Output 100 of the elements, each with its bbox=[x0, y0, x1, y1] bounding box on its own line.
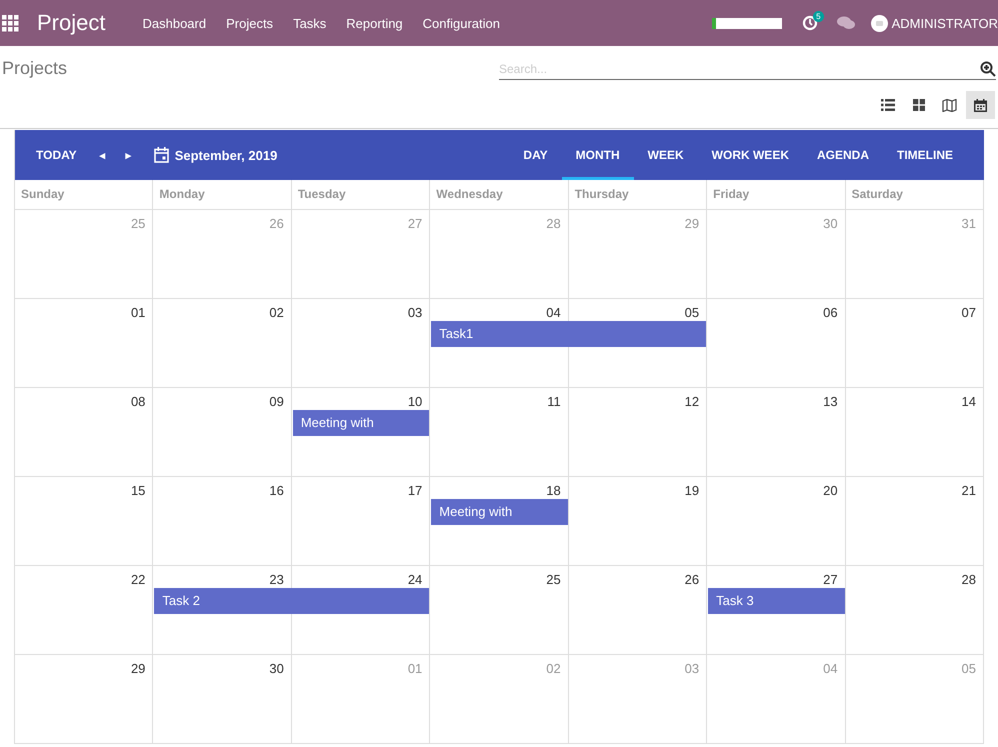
weekday-header: Thursday bbox=[568, 180, 708, 210]
event-bar[interactable]: Task1 bbox=[431, 321, 706, 347]
avatar-icon[interactable] bbox=[870, 14, 888, 32]
day-cell[interactable]: 26 bbox=[568, 566, 708, 655]
day-number: 10 bbox=[408, 394, 422, 409]
app-title: Project bbox=[37, 10, 106, 36]
day-cell[interactable]: 28 bbox=[846, 566, 984, 655]
weekday-header: Monday bbox=[153, 180, 292, 210]
period-title: September, 2019 bbox=[174, 148, 278, 162]
menu-item[interactable]: Reporting bbox=[346, 16, 403, 30]
weekday-header: Saturday bbox=[846, 180, 984, 210]
day-cell[interactable]: 02 bbox=[153, 299, 292, 388]
user-menu[interactable]: ADMINISTRATOR bbox=[892, 16, 998, 30]
calendar-view-icon bbox=[974, 98, 987, 112]
view-mode-tab[interactable]: WEEK bbox=[634, 130, 698, 180]
day-number: 05 bbox=[684, 305, 700, 320]
day-cell[interactable]: 30 bbox=[153, 655, 292, 744]
calendar-view-button[interactable] bbox=[966, 91, 995, 119]
day-number: 28 bbox=[962, 572, 976, 587]
day-number: 07 bbox=[962, 305, 976, 320]
menu-item[interactable]: Dashboard bbox=[142, 16, 206, 30]
event-bar[interactable]: Meeting with bbox=[431, 499, 568, 525]
day-number: 27 bbox=[823, 572, 838, 587]
day-cell[interactable]: 12 bbox=[568, 388, 708, 477]
menu-item[interactable]: Projects bbox=[226, 16, 274, 30]
day-cell[interactable]: 03 bbox=[292, 299, 430, 388]
day-number: 18 bbox=[546, 483, 561, 498]
weekday-header: Tuesday bbox=[292, 180, 430, 210]
day-number: 29 bbox=[684, 216, 700, 231]
today-button[interactable]: TODAY bbox=[23, 130, 90, 180]
next-button[interactable]: ▸ bbox=[116, 130, 142, 180]
day-number: 06 bbox=[823, 305, 838, 320]
day-number: 01 bbox=[130, 305, 146, 320]
day-cell[interactable]: 29 bbox=[15, 655, 154, 744]
day-number: 22 bbox=[130, 572, 146, 587]
day-number: 13 bbox=[823, 394, 838, 409]
view-mode-tab[interactable]: DAY bbox=[509, 130, 562, 180]
search-icon[interactable] bbox=[980, 60, 996, 76]
day-number: 02 bbox=[269, 305, 284, 320]
progress-bar bbox=[712, 18, 782, 28]
day-number: 15 bbox=[130, 483, 146, 498]
day-cell[interactable]: 08 bbox=[15, 388, 154, 477]
day-cell[interactable]: 25 bbox=[430, 566, 569, 655]
day-cell[interactable]: 13 bbox=[707, 388, 846, 477]
apps-menu-icon[interactable] bbox=[2, 14, 19, 32]
view-mode-tab[interactable]: WORK WEEK bbox=[698, 130, 803, 180]
day-number: 30 bbox=[823, 216, 838, 231]
weekday-header: Sunday bbox=[15, 180, 154, 210]
list-view-icon bbox=[880, 99, 894, 111]
day-number: 14 bbox=[962, 394, 976, 409]
day-cell[interactable]: 06 bbox=[707, 299, 846, 388]
view-mode-tab[interactable]: AGENDA bbox=[802, 130, 883, 180]
day-cell[interactable]: 01 bbox=[15, 299, 154, 388]
day-number: 25 bbox=[546, 572, 561, 587]
previous-button[interactable]: ◂ bbox=[90, 130, 116, 180]
menu-item[interactable]: Tasks bbox=[293, 16, 326, 30]
day-number: 16 bbox=[269, 483, 284, 498]
event-bar[interactable]: Task 3 bbox=[708, 588, 845, 614]
day-cell[interactable]: 17 bbox=[292, 477, 430, 566]
day-number: 04 bbox=[823, 661, 838, 676]
day-cell[interactable]: 14 bbox=[846, 388, 984, 477]
map-view-icon bbox=[942, 98, 957, 112]
day-number: 29 bbox=[130, 661, 146, 676]
day-number: 03 bbox=[684, 661, 700, 676]
day-number: 08 bbox=[130, 394, 146, 409]
day-cell[interactable]: 20 bbox=[707, 477, 846, 566]
chat-icon[interactable] bbox=[836, 16, 855, 30]
menu-item[interactable]: Configuration bbox=[422, 16, 500, 30]
day-cell[interactable]: 16 bbox=[153, 477, 292, 566]
day-number: 12 bbox=[684, 394, 700, 409]
day-number: 27 bbox=[408, 216, 422, 231]
day-cell[interactable]: 21 bbox=[846, 477, 984, 566]
day-number: 04 bbox=[546, 305, 561, 320]
view-mode-tab[interactable]: TIMELINE bbox=[883, 130, 967, 180]
activity-count-badge: 5 bbox=[813, 11, 824, 22]
calendar-icon bbox=[154, 147, 169, 163]
day-cell[interactable]: 09 bbox=[153, 388, 292, 477]
day-number: 30 bbox=[269, 661, 284, 676]
event-bar[interactable]: Meeting with bbox=[292, 410, 430, 436]
weekday-header: Friday bbox=[707, 180, 846, 210]
kanban-view-icon bbox=[912, 99, 924, 111]
day-number: 11 bbox=[547, 394, 561, 409]
day-number: 09 bbox=[269, 394, 284, 409]
day-cell[interactable]: 22 bbox=[15, 566, 154, 655]
day-cell[interactable]: 19 bbox=[568, 477, 708, 566]
view-mode-tab[interactable]: MONTH bbox=[562, 130, 634, 180]
breadcrumb: Projects bbox=[2, 58, 68, 78]
day-number: 31 bbox=[962, 216, 976, 231]
day-number: 05 bbox=[962, 661, 976, 676]
day-number: 21 bbox=[962, 483, 976, 498]
activity-icon[interactable] bbox=[802, 15, 818, 31]
event-bar[interactable]: Task 2 bbox=[154, 588, 430, 614]
day-number: 02 bbox=[546, 661, 561, 676]
day-cell[interactable]: 07 bbox=[846, 299, 984, 388]
day-cell[interactable]: 15 bbox=[15, 477, 154, 566]
day-number: 26 bbox=[684, 572, 700, 587]
day-cell[interactable]: 11 bbox=[430, 388, 569, 477]
day-number: 20 bbox=[823, 483, 838, 498]
day-number: 25 bbox=[130, 216, 146, 231]
day-number: 28 bbox=[546, 216, 561, 231]
